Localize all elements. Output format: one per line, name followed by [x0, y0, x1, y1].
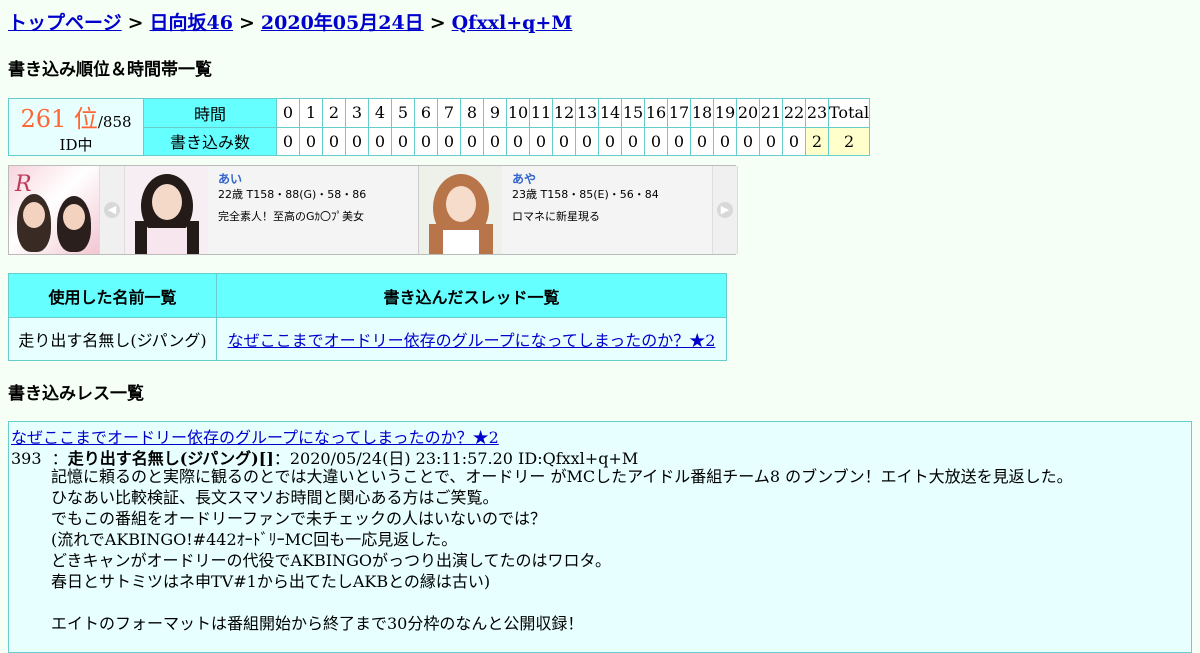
ad-card[interactable]: あい 22歳 T158・88(G)・58・86 完全素人！至高のGｶ〇ﾌﾟ美女 — [125, 166, 419, 254]
hour-count-cell: 0 — [736, 126, 760, 156]
breadcrumb-top-link[interactable]: トップページ — [8, 12, 122, 34]
hour-header-cell: 16 — [644, 98, 668, 128]
hour-header-cell: 1 — [299, 98, 323, 128]
hour-count-cell: 0 — [621, 126, 645, 156]
ad-card-photo — [125, 166, 208, 254]
rank-cell: 261 位/858 ID中 — [8, 98, 144, 156]
hour-count-cell: 0 — [759, 126, 783, 156]
used-name-cell: 走り出す名無し(ジパング) — [8, 317, 217, 361]
hour-count-cell: 0 — [460, 126, 484, 156]
breadcrumb-separator: > — [429, 12, 446, 34]
post-line: でもこの番組をオードリーファンで未チェックの人はいないのでは？ — [51, 509, 547, 528]
count-header-label: 書き込み数 — [143, 126, 277, 156]
hour-header-cell: 13 — [575, 98, 599, 128]
hour-count-cell: 0 — [322, 126, 346, 156]
ad-card-name[interactable]: あい — [218, 170, 242, 187]
ad-banner[interactable]: R ◀ あい 22歳 T158・88(G)・58・86 完全素人！至高のGｶ〇ﾌ… — [8, 165, 738, 255]
hour-count-cell: 0 — [667, 126, 691, 156]
post-line: どきキャンがオードリーの代役でAKBINGOがっつり出演してたのはワロタ。 — [51, 551, 612, 570]
hour-header-cell: 19 — [713, 98, 737, 128]
hour-header-cell: 3 — [345, 98, 369, 128]
ad-prev-button[interactable]: ◀ — [99, 166, 125, 254]
hour-count-cell: 0 — [391, 126, 415, 156]
ad-card-spec: 23歳 T158・85(E)・56・84 — [512, 188, 659, 201]
time-header-label: 時間 — [143, 98, 277, 128]
count-total-cell: 2 — [827, 126, 871, 156]
post-line: 記憶に頼るのと実際に観るのとでは大違いということで、オードリー がMCしたアイド… — [51, 467, 1073, 486]
post-line: (流れでAKBINGO!#442ｵｰﾄﾞﾘｰMC回も一応見返した。 — [51, 530, 458, 549]
hour-count-cell: 0 — [782, 126, 806, 156]
hour-header-cell: 10 — [506, 98, 530, 128]
hour-count-cell: 0 — [483, 126, 507, 156]
breadcrumb-id-link[interactable]: Qfxxl+q+M — [452, 12, 573, 34]
post-number[interactable]: 393 — [11, 449, 42, 468]
ad-next-button[interactable]: ▶ — [712, 166, 738, 254]
chevron-left-icon: ◀ — [104, 202, 120, 218]
post-body: 記憶に頼るのと実際に観るのとでは大違いということで、オードリー がMCしたアイド… — [51, 466, 1073, 634]
hour-count-cell: 0 — [414, 126, 438, 156]
hour-header-cell: 0 — [276, 98, 300, 128]
hour-header-cell: 15 — [621, 98, 645, 128]
rank-number: 261 位 — [20, 105, 98, 133]
breadcrumb-date-link[interactable]: 2020年05月24日 — [261, 12, 424, 34]
hour-header-cell: 2 — [322, 98, 346, 128]
threads-column-header: 書き込んだスレッド一覧 — [216, 273, 727, 318]
hour-header-cell: 17 — [667, 98, 691, 128]
hour-count-cell: 0 — [644, 126, 668, 156]
hour-header-cell: 14 — [598, 98, 622, 128]
hour-header-cell: 11 — [529, 98, 553, 128]
chevron-right-icon: ▶ — [717, 202, 733, 218]
hour-count-cell: 0 — [529, 126, 553, 156]
ad-card-desc: ロマネに新星現る — [512, 210, 600, 223]
hour-header-cell: 7 — [437, 98, 461, 128]
ad-card-name[interactable]: あや — [512, 170, 536, 187]
hour-header-cell: 20 — [736, 98, 760, 128]
breadcrumb: トップページ > 日向坂46 >2020年05月24日 > Qfxxl+q+M — [8, 8, 572, 35]
hour-header-cell: 5 — [391, 98, 415, 128]
hour-count-cell: 0 — [575, 126, 599, 156]
post-line: ひなあい比較検証、長文スマソお時間と関心ある方はご笑覧。 — [51, 488, 499, 507]
post-line — [51, 592, 1073, 613]
ranking-section-title: 書き込み順位＆時間帯一覧 — [8, 60, 212, 80]
post-line: 春日とサトミツはネ申TV#1から出てたしAKBとの縁は古い) — [51, 572, 491, 591]
ad-card-photo — [419, 166, 502, 254]
ad-logo-image[interactable]: R — [9, 166, 99, 254]
names-column-header: 使用した名前一覧 — [8, 273, 217, 318]
hour-count-cell: 0 — [276, 126, 300, 156]
hour-count-cell: 0 — [713, 126, 737, 156]
hour-count-cell: 0 — [437, 126, 461, 156]
ad-card-desc: 完全素人！至高のGｶ〇ﾌﾟ美女 — [218, 210, 365, 223]
thread-link[interactable]: なぜここまでオードリー依存のグループになってしまったのか？★2 — [228, 331, 716, 350]
hour-count-cell: 0 — [345, 126, 369, 156]
hour-header-cell: 12 — [552, 98, 576, 128]
hour-count-cell: 0 — [552, 126, 576, 156]
hour-header-cell: 9 — [483, 98, 507, 128]
post-list: なぜここまでオードリー依存のグループになってしまったのか？★2 393 ：走り出… — [8, 421, 1192, 653]
hour-header-cell: 23 — [805, 98, 829, 128]
hour-count-cell: 0 — [598, 126, 622, 156]
hour-count-cell: 0 — [506, 126, 530, 156]
hour-header-cell: 22 — [782, 98, 806, 128]
hour-count-cell: 2 — [805, 126, 829, 156]
ad-card[interactable]: あや 23歳 T158・85(E)・56・84 ロマネに新星現る — [419, 166, 713, 254]
breadcrumb-separator: > — [127, 12, 144, 34]
hour-count-cell: 0 — [368, 126, 392, 156]
hour-header-total: Total — [827, 98, 871, 128]
hour-header-cell: 8 — [460, 98, 484, 128]
post-line: エイトのフォーマットは番組開始から終了まで30分枠のなんと公開収録！ — [51, 614, 584, 633]
hour-header-cell: 18 — [690, 98, 714, 128]
hour-count-cell: 0 — [299, 126, 323, 156]
breadcrumb-group-link[interactable]: 日向坂46 — [150, 12, 233, 34]
hour-count-cell: 0 — [690, 126, 714, 156]
ad-card-spec: 22歳 T158・88(G)・58・86 — [218, 188, 367, 201]
breadcrumb-separator: > — [239, 12, 255, 34]
names-threads-table: 使用した名前一覧 書き込んだスレッド一覧 走り出す名無し(ジパング) なぜここま… — [8, 273, 727, 361]
hour-header-cell: 4 — [368, 98, 392, 128]
ranking-table: 261 位/858 ID中 時間 0 1 2 3 4 5 6 7 8 9 10 11 12 13 14 15 1… — [8, 98, 871, 156]
hour-header-cell: 6 — [414, 98, 438, 128]
hour-header-cell: 21 — [759, 98, 783, 128]
posts-section-title: 書き込みレス一覧 — [8, 384, 144, 404]
